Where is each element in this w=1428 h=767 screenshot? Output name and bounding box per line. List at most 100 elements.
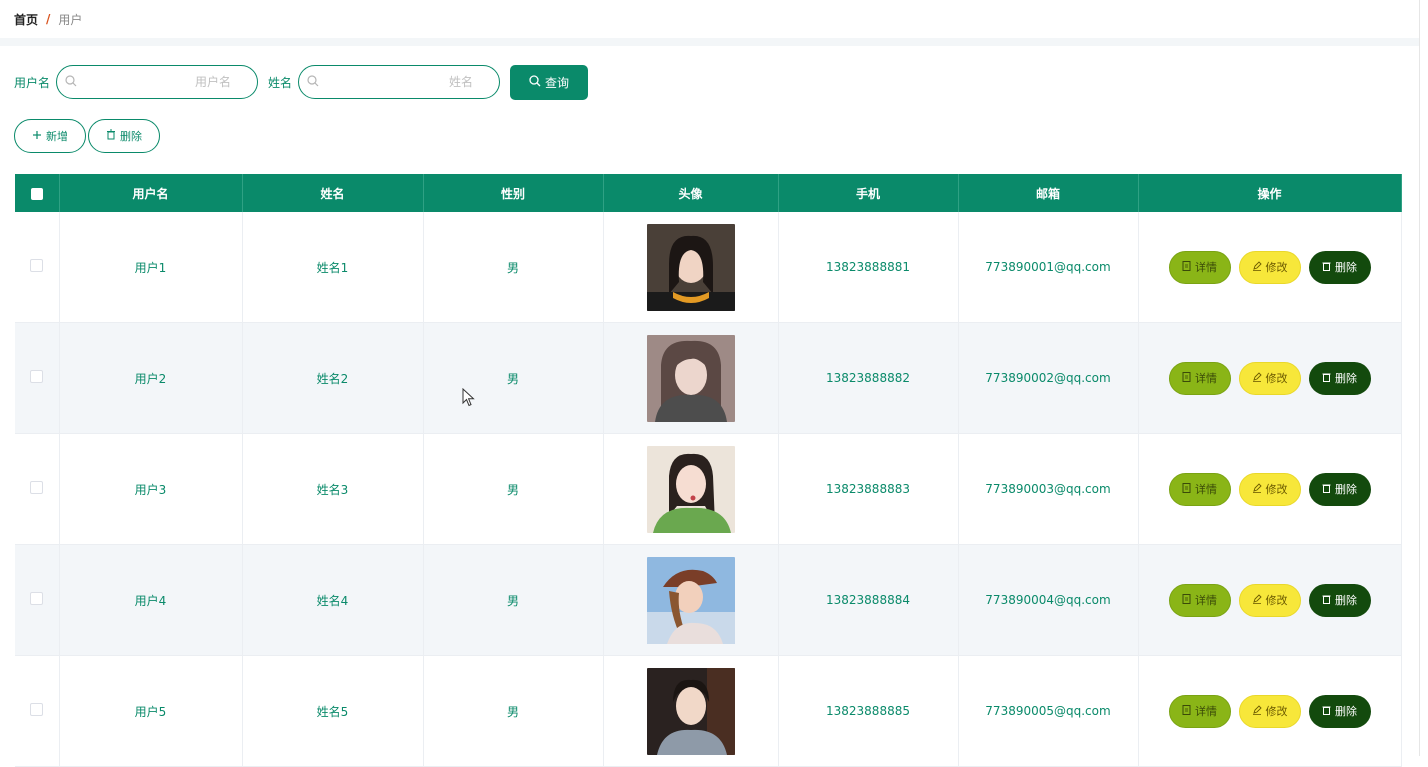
edit-button[interactable]: 修改	[1238, 361, 1301, 395]
cell-name: 姓名2	[242, 322, 424, 434]
table-header: 用户名 姓名 性别 头像 手机 邮箱 操作	[15, 174, 1402, 212]
column-header-phone[interactable]: 手机	[778, 174, 959, 212]
edit-button[interactable]: 修改	[1238, 694, 1301, 728]
document-icon	[1182, 260, 1191, 274]
detail-button[interactable]: 详情	[1168, 361, 1231, 395]
column-header-gender[interactable]: 性别	[423, 174, 604, 212]
select-all-cell	[15, 174, 60, 212]
row-select-cell	[15, 322, 60, 434]
select-all-checkbox[interactable]	[30, 187, 43, 200]
header-divider	[0, 38, 1420, 46]
name-input[interactable]	[319, 74, 476, 90]
cell-name: 姓名3	[242, 433, 424, 545]
row-delete-button[interactable]: 删除	[1308, 583, 1371, 617]
avatar[interactable]	[646, 556, 735, 644]
trash-icon	[1322, 705, 1331, 718]
row-delete-button[interactable]: 删除	[1308, 694, 1371, 728]
detail-button[interactable]: 详情	[1168, 583, 1231, 617]
edit-button-label: 修改	[1265, 372, 1288, 385]
delete-button[interactable]: 删除	[88, 119, 160, 153]
column-header-email[interactable]: 邮箱	[958, 174, 1139, 212]
column-header-name[interactable]: 姓名	[242, 174, 424, 212]
row-delete-button-label: 删除	[1335, 372, 1357, 385]
row-checkbox[interactable]	[30, 481, 44, 494]
column-header-username[interactable]: 用户名	[59, 174, 243, 212]
trash-icon	[1322, 483, 1331, 496]
delete-button-label: 删除	[120, 130, 142, 143]
cell-username: 用户4	[59, 544, 243, 656]
row-delete-button[interactable]: 删除	[1308, 472, 1371, 506]
edit-button-label: 修改	[1265, 261, 1288, 274]
row-delete-button[interactable]: 删除	[1308, 250, 1371, 284]
plus-icon	[32, 130, 42, 143]
cell-phone: 13823888885	[778, 655, 959, 767]
detail-button[interactable]: 详情	[1168, 250, 1231, 284]
row-checkbox[interactable]	[30, 592, 44, 605]
cell-email: 773890002@qq.com	[958, 322, 1139, 434]
query-button[interactable]: 查询	[510, 64, 589, 100]
name-label: 姓名	[268, 75, 293, 90]
cell-name: 姓名1	[242, 212, 424, 323]
cell-username: 用户5	[59, 655, 243, 767]
table-row: 用户3 姓名3 男 13823888883 773890003@qq.com 详…	[15, 433, 1402, 545]
row-checkbox[interactable]	[30, 259, 44, 272]
cell-phone: 13823888884	[778, 544, 959, 656]
row-select-cell	[15, 433, 60, 545]
table-row: 用户1 姓名1 男 13823888881 773890001@qq.com 详…	[15, 212, 1402, 323]
search-icon	[529, 74, 541, 90]
column-header-operations[interactable]: 操作	[1138, 174, 1402, 212]
cell-email: 773890001@qq.com	[958, 212, 1139, 323]
table-row: 用户4 姓名4 男 13823888884 773890004@qq.com 详…	[15, 544, 1402, 656]
cell-operations: 详情 修改 删除	[1138, 322, 1402, 434]
search-icon	[307, 74, 319, 90]
breadcrumb-current: 用户	[58, 12, 83, 27]
edit-button[interactable]: 修改	[1238, 583, 1301, 617]
row-select-cell	[15, 544, 60, 656]
avatar[interactable]	[646, 334, 735, 422]
cell-email: 773890003@qq.com	[958, 433, 1139, 545]
name-search-box[interactable]	[298, 65, 501, 99]
cell-gender: 男	[423, 433, 604, 545]
edit-button-label: 修改	[1265, 705, 1288, 718]
row-delete-button[interactable]: 删除	[1308, 361, 1371, 395]
avatar[interactable]	[646, 445, 735, 533]
avatar[interactable]	[646, 667, 735, 755]
row-select-cell	[15, 212, 60, 323]
avatar[interactable]	[646, 223, 735, 311]
breadcrumb-home[interactable]: 首页	[14, 11, 38, 28]
cell-gender: 男	[423, 212, 604, 323]
row-checkbox[interactable]	[30, 703, 44, 716]
add-button[interactable]: 新增	[14, 119, 86, 153]
cell-phone: 13823888883	[778, 433, 959, 545]
cell-gender: 男	[423, 322, 604, 434]
cell-operations: 详情 修改 删除	[1138, 212, 1402, 323]
table-row: 用户2 姓名2 男 13823888882 773890002@qq.com 详…	[15, 322, 1402, 434]
detail-button[interactable]: 详情	[1168, 694, 1231, 728]
table-row: 用户5 姓名5 男 13823888885 773890005@qq.com 详…	[15, 655, 1402, 767]
document-icon	[1182, 704, 1191, 718]
cell-avatar	[603, 655, 779, 767]
username-search-box[interactable]	[56, 65, 259, 99]
user-table: 用户名 姓名 性别 头像 手机 邮箱 操作 用户1 姓名1 男 13823888…	[15, 174, 1402, 767]
cell-avatar	[603, 322, 779, 434]
cell-operations: 详情 修改 删除	[1138, 544, 1402, 656]
edit-button[interactable]: 修改	[1238, 250, 1301, 284]
detail-button-label: 详情	[1195, 705, 1217, 718]
action-bar: 新增 删除	[14, 119, 160, 153]
cell-operations: 详情 修改 删除	[1138, 655, 1402, 767]
cell-phone: 13823888881	[778, 212, 959, 323]
add-button-label: 新增	[46, 130, 68, 143]
detail-button[interactable]: 详情	[1168, 472, 1231, 506]
edit-button[interactable]: 修改	[1238, 472, 1301, 506]
row-delete-button-label: 删除	[1335, 594, 1357, 607]
query-button-label: 查询	[545, 75, 570, 90]
detail-button-label: 详情	[1195, 483, 1217, 496]
username-input[interactable]	[77, 74, 234, 90]
pencil-icon	[1252, 482, 1262, 496]
cell-name: 姓名5	[242, 655, 424, 767]
trash-icon	[1322, 594, 1331, 607]
column-header-avatar[interactable]: 头像	[603, 174, 779, 212]
row-checkbox[interactable]	[30, 370, 44, 383]
detail-button-label: 详情	[1195, 261, 1217, 274]
username-label: 用户名	[14, 75, 51, 90]
